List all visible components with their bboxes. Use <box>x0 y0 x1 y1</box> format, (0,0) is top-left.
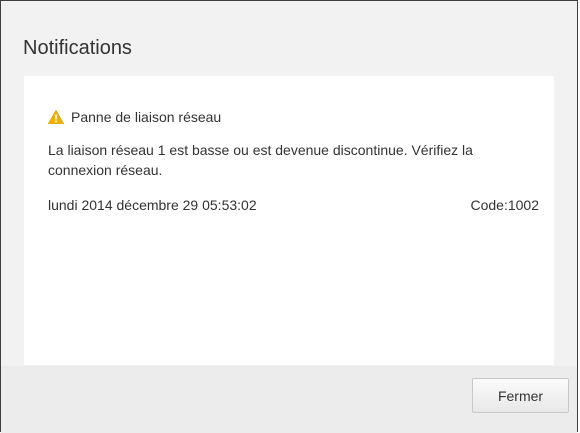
notification-code: Code:1002 <box>470 197 539 213</box>
warning-icon <box>47 109 65 124</box>
notification-header: Panne de liaison réseau <box>47 109 222 125</box>
notification-timestamp: lundi 2014 décembre 29 05:53:02 <box>48 197 257 213</box>
notification-message: La liaison réseau 1 est basse ou est dev… <box>48 142 473 178</box>
dialog-title: Notifications <box>23 37 132 59</box>
notification-heading: Panne de liaison réseau <box>71 109 222 125</box>
notification-panel: Panne de liaison réseau La liaison résea… <box>24 76 554 365</box>
notifications-dialog: Notifications Panne de liaison réseau La… <box>0 0 578 433</box>
close-button[interactable]: Fermer <box>472 378 569 413</box>
